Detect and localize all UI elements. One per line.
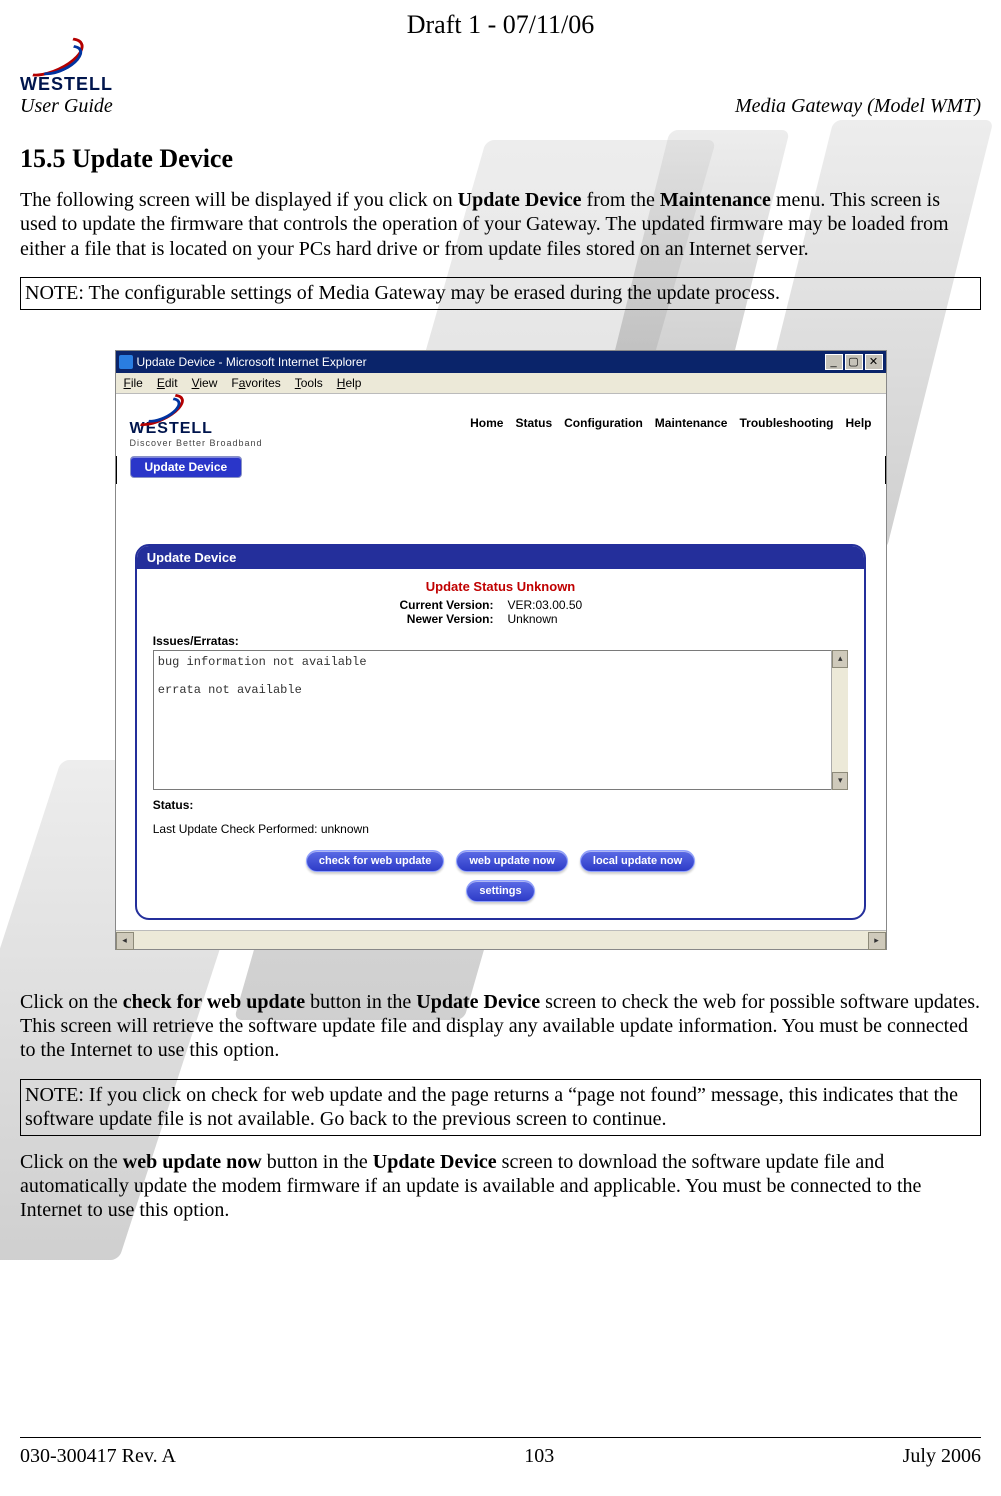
paragraph-2: Click on the check for web update button…	[20, 990, 981, 1063]
web-update-now-button[interactable]: web update now	[456, 850, 568, 872]
menu-help[interactable]: Help	[337, 376, 362, 390]
local-update-now-button[interactable]: local update now	[580, 850, 695, 872]
check-for-web-update-button[interactable]: check for web update	[306, 850, 444, 872]
update-device-panel: Update Device Update Status Unknown Curr…	[135, 544, 867, 920]
text-bold: web update now	[123, 1151, 262, 1173]
text: The following screen will be displayed i…	[20, 189, 458, 211]
footer-rule	[20, 1437, 981, 1438]
close-button[interactable]: ✕	[865, 354, 883, 370]
nav-maintenance[interactable]: Maintenance	[655, 416, 728, 430]
model-label: Media Gateway (Model WMT)	[735, 95, 981, 118]
draft-header: Draft 1 - 07/11/06	[20, 10, 981, 40]
brand-logo: WESTELL User Guide	[20, 46, 113, 118]
screenshot-window: Update Device - Microsoft Internet Explo…	[115, 350, 887, 950]
footer-doc-id: 030-300417 Rev. A	[20, 1445, 176, 1468]
section-title: 15.5 Update Device	[20, 144, 981, 174]
window-title: Update Device - Microsoft Internet Explo…	[137, 355, 367, 369]
text-bold: Update Device	[458, 189, 582, 211]
scrollbar-vertical[interactable]: ▴ ▾	[831, 650, 848, 790]
note-box-2: NOTE: If you click on check for web upda…	[20, 1079, 981, 1136]
text: button in the	[305, 991, 416, 1013]
nav-configuration[interactable]: Configuration	[564, 416, 643, 430]
swoosh-icon	[24, 46, 84, 72]
status-label: Status:	[153, 798, 849, 812]
menu-file[interactable]: FFileile	[124, 376, 143, 390]
scroll-left-icon[interactable]: ◂	[116, 932, 134, 950]
status-text: Last Update Check Performed: unknown	[153, 822, 849, 836]
text: Click on the	[20, 991, 123, 1013]
scroll-up-icon[interactable]: ▴	[832, 650, 848, 668]
ie-icon	[119, 355, 133, 369]
note-box-1: NOTE: The configurable settings of Media…	[20, 277, 981, 309]
top-nav: Home Status Configuration Maintenance Tr…	[470, 416, 871, 430]
text: from the	[582, 189, 660, 211]
browser-menubar: FFileile Edit View Favorites Tools Help	[116, 373, 886, 394]
panel-title: Update Device	[137, 546, 865, 569]
issues-label: Issues/Erratas:	[153, 634, 849, 648]
menu-edit[interactable]: Edit	[157, 376, 178, 390]
brand-wordmark: WESTELL	[20, 74, 113, 95]
swoosh-icon	[130, 398, 180, 420]
menu-view[interactable]: View	[192, 376, 218, 390]
maximize-button[interactable]: ▢	[845, 354, 863, 370]
window-titlebar: Update Device - Microsoft Internet Explo…	[116, 351, 886, 373]
footer-page-number: 103	[524, 1445, 554, 1468]
menu-tools[interactable]: Tools	[295, 376, 323, 390]
text-bold: Maintenance	[660, 189, 771, 211]
user-guide-label: User Guide	[20, 95, 113, 118]
settings-button[interactable]: settings	[466, 880, 534, 902]
text-bold: check for web update	[123, 991, 305, 1013]
minimize-button[interactable]: _	[825, 354, 843, 370]
menu-favorites[interactable]: Favorites	[231, 376, 280, 390]
newer-version-label: Newer Version:	[374, 612, 494, 626]
selected-subnav[interactable]: Update Device	[130, 456, 243, 478]
newer-version-value: Unknown	[508, 612, 628, 626]
text: button in the	[262, 1151, 373, 1173]
scroll-right-icon[interactable]: ▸	[868, 932, 886, 950]
scrollbar-horizontal[interactable]: ◂ ▸	[116, 930, 886, 949]
nav-troubleshooting[interactable]: Troubleshooting	[739, 416, 833, 430]
current-version-label: Current Version:	[374, 598, 494, 612]
text-bold: Update Device	[373, 1151, 497, 1173]
scroll-down-icon[interactable]: ▾	[832, 772, 848, 790]
paragraph-3: Click on the web update now button in th…	[20, 1150, 981, 1223]
page-footer: 030-300417 Rev. A 103 July 2006	[20, 1445, 981, 1468]
current-version-value: VER:03.00.50	[508, 598, 628, 612]
app-tagline: Discover Better Broadband	[130, 438, 263, 448]
text: Click on the	[20, 1151, 123, 1173]
nav-status[interactable]: Status	[515, 416, 552, 430]
footer-date: July 2006	[903, 1445, 981, 1468]
app-logo: WESTELL Discover Better Broadband	[130, 398, 263, 448]
text-bold: Update Device	[416, 991, 540, 1013]
paragraph-1: The following screen will be displayed i…	[20, 188, 981, 261]
errata-textarea[interactable]: bug information not available errata not…	[153, 650, 849, 790]
nav-home[interactable]: Home	[470, 416, 503, 430]
update-status-heading: Update Status Unknown	[153, 579, 849, 594]
nav-help[interactable]: Help	[845, 416, 871, 430]
